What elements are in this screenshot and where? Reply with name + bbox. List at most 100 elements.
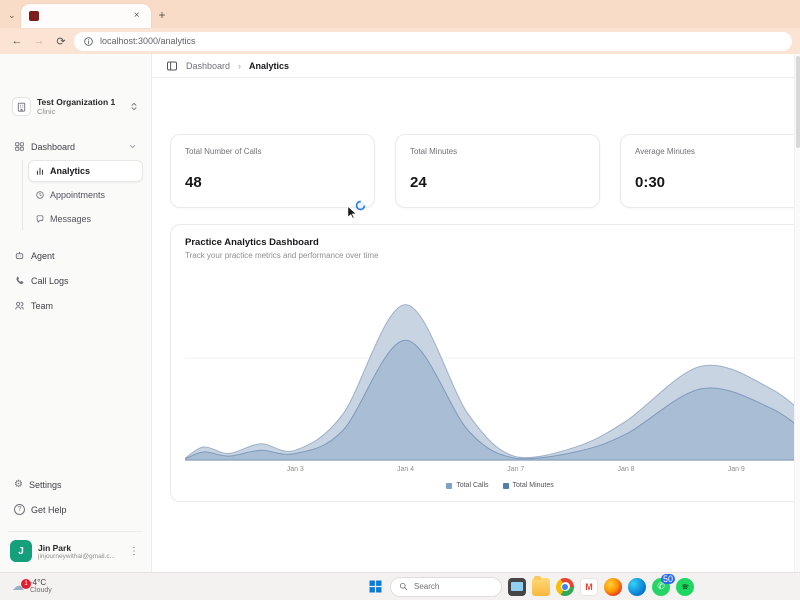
- back-icon[interactable]: ←: [8, 35, 26, 47]
- weather-texts: -4°C Cloudy: [30, 578, 52, 596]
- weather-cloud-icon: ☁ 1: [12, 579, 31, 592]
- dashboard-sub-list: Analytics Appointments Messages: [22, 160, 143, 230]
- windows-taskbar: ☁ 1 -4°C Cloudy Search M ✆ 50: [0, 572, 800, 600]
- x-axis-ticks: Jan 3 Jan 4 Jan 7 Jan 8 Jan 9: [185, 466, 800, 478]
- org-texts: Test Organization 1 Clinic: [37, 97, 123, 116]
- app-window: Test Organization 1 Clinic Dashboard Ana…: [0, 54, 800, 572]
- browser-tab[interactable]: ×: [20, 4, 151, 28]
- gmail-icon[interactable]: M: [580, 577, 598, 596]
- start-button[interactable]: [366, 578, 384, 596]
- user-texts: Jin Park jinjourneywithai@gmail.c...: [38, 543, 121, 560]
- x-tick: Jan 9: [727, 466, 745, 473]
- page-scrollbar: [794, 54, 800, 572]
- x-tick: Jan 4: [396, 466, 415, 473]
- refresh-icon[interactable]: ⟳: [52, 35, 70, 48]
- taskbar-search[interactable]: Search: [390, 576, 502, 597]
- chart-legend: Total Calls Total Minutes: [185, 482, 800, 489]
- stat-label: Total Minutes: [410, 147, 458, 156]
- sidebar-toggle-icon[interactable]: [166, 60, 178, 72]
- user-menu-dots-icon[interactable]: ⋮: [127, 544, 141, 559]
- stat-value: 24: [410, 174, 427, 191]
- sidebar-item-label: Call Logs: [31, 275, 69, 286]
- breadcrumb-parent[interactable]: Dashboard: [186, 61, 230, 71]
- tab-close-icon[interactable]: ×: [131, 10, 143, 22]
- address-bar[interactable]: localhost:3000/analytics: [74, 31, 792, 51]
- org-subtitle: Clinic: [37, 107, 56, 116]
- sidebar: Test Organization 1 Clinic Dashboard Ana…: [0, 54, 152, 572]
- sidebar-item-appointments[interactable]: Appointments: [28, 184, 143, 206]
- new-tab-button[interactable]: +: [151, 8, 174, 28]
- main-content: Dashboard › Analytics Total Number of Ca…: [152, 54, 800, 572]
- chart-title: Practice Analytics Dashboard: [185, 237, 319, 248]
- forward-icon: →: [33, 35, 45, 47]
- chevrons-up-down-icon: [131, 102, 137, 111]
- analytics-chart-svg: [185, 304, 800, 461]
- chart-subtitle: Track your practice metrics and performa…: [185, 251, 379, 260]
- grid-icon: [15, 142, 24, 151]
- stat-value: 0:30: [635, 174, 666, 191]
- sidebar-item-label: Settings: [28, 480, 62, 490]
- breadcrumb-separator: ›: [238, 60, 242, 71]
- phone-icon: [16, 276, 24, 285]
- browser-toolbar: ← → ⟳ localhost:3000/analytics: [0, 28, 800, 54]
- stat-label: Total Number of Calls: [185, 147, 262, 156]
- chevron-down-icon: [129, 144, 136, 149]
- analytics-chart-card: Practice Analytics Dashboard Track your …: [170, 224, 800, 502]
- org-selector[interactable]: Test Organization 1 Clinic: [8, 94, 143, 119]
- taskbar-weather-widget[interactable]: ☁ 1 -4°C Cloudy: [8, 576, 56, 598]
- scrollbar-thumb[interactable]: [796, 56, 800, 148]
- stat-card-average-minutes: Average Minutes 0:30: [620, 134, 800, 208]
- sidebar-item-call-logs[interactable]: Call Logs: [8, 269, 143, 292]
- user-menu[interactable]: J Jin Park jinjourneywithai@gmail.c... ⋮: [8, 531, 143, 562]
- legend-swatch: [446, 482, 453, 489]
- avatar: J: [10, 540, 32, 562]
- sidebar-item-agent[interactable]: Agent: [8, 244, 143, 267]
- stat-card-total-calls: Total Number of Calls 48: [170, 134, 375, 208]
- building-icon: [12, 97, 31, 116]
- sidebar-item-label: Get Help: [31, 504, 67, 515]
- taskbar-center: Search M ✆ 50: [366, 573, 694, 597]
- sidebar-item-label: Appointments: [50, 190, 106, 200]
- url-text: localhost:3000/analytics: [100, 36, 196, 46]
- whatsapp-badge: 50: [660, 573, 675, 584]
- sidebar-item-label: Agent: [31, 250, 55, 261]
- spotify-icon[interactable]: [676, 577, 694, 596]
- stat-value: 48: [185, 174, 202, 191]
- legend-item-total-calls: Total Calls: [446, 482, 489, 489]
- sidebar-item-messages[interactable]: Messages: [28, 208, 143, 230]
- legend-label: Total Minutes: [512, 482, 554, 489]
- search-icon: [399, 582, 408, 591]
- bar-chart-icon: [36, 167, 44, 175]
- virtual-desktop-icon[interactable]: [508, 577, 526, 596]
- team-users-icon: [15, 301, 24, 310]
- org-name: Test Organization 1: [37, 97, 116, 107]
- user-email: jinjourneywithai@gmail.c...: [38, 552, 116, 560]
- sidebar-nav: Dashboard Analytics Appointments Message…: [8, 135, 143, 317]
- help-icon: ?: [14, 504, 25, 515]
- clock-icon: [36, 191, 44, 199]
- weather-condition: Cloudy: [30, 587, 52, 595]
- sidebar-item-analytics[interactable]: Analytics: [28, 160, 143, 182]
- sidebar-item-team[interactable]: Team: [8, 294, 143, 317]
- sidebar-item-label: Dashboard: [31, 141, 76, 152]
- search-label: Search: [414, 582, 440, 591]
- sidebar-item-label: Team: [31, 300, 54, 311]
- sidebar-item-settings[interactable]: ⚙ Settings: [8, 474, 143, 496]
- spotify-waves-icon: [681, 584, 689, 590]
- whatsapp-icon[interactable]: ✆ 50: [652, 573, 675, 596]
- edge-icon[interactable]: [628, 577, 646, 596]
- firefox-icon[interactable]: [604, 577, 622, 596]
- legend-label: Total Calls: [456, 482, 489, 489]
- sidebar-item-get-help[interactable]: ? Get Help: [8, 498, 143, 521]
- file-explorer-icon[interactable]: [532, 575, 550, 596]
- legend-item-total-minutes: Total Minutes: [502, 482, 554, 489]
- tab-search-chevron-icon[interactable]: ⌄: [6, 10, 21, 28]
- tab-favicon: [28, 11, 39, 21]
- site-info-icon[interactable]: [83, 36, 94, 47]
- legend-swatch: [502, 482, 509, 489]
- sidebar-item-dashboard[interactable]: Dashboard: [8, 135, 143, 158]
- chrome-icon[interactable]: [556, 577, 574, 596]
- weather-temperature: -4°C: [30, 577, 47, 587]
- breadcrumb-bar: Dashboard › Analytics: [152, 54, 800, 78]
- chat-icon: [36, 215, 44, 223]
